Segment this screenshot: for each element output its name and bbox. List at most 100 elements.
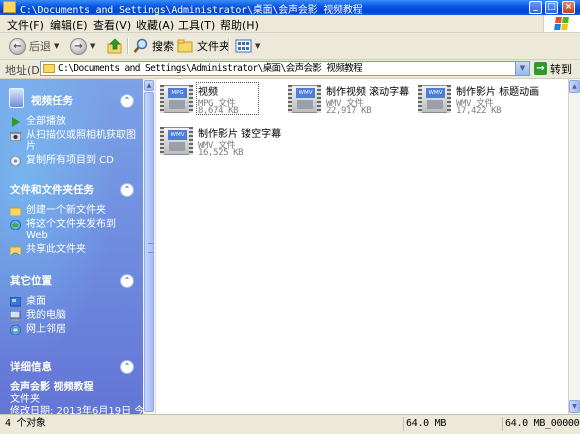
folder-up-icon: [107, 38, 122, 53]
task-label: 将这个文件夹发布到 Web: [26, 219, 116, 241]
file-item[interactable]: MPG 视频 MPG 文件 8,674 KB: [160, 82, 260, 122]
file-item[interactable]: WMV 制作影片 标题动画 WMV 文件 17,422 KB: [418, 82, 543, 122]
scroll-down-button[interactable]: ▼: [569, 400, 580, 413]
file-size: 16,525 KB: [198, 148, 244, 158]
collapse-chevron-icon[interactable]: ⌃: [120, 274, 134, 288]
collapse-chevron-icon[interactable]: ⌃: [120, 94, 134, 108]
address-bar: 地址(D) C:\Documents and Settings\Administ…: [0, 60, 580, 79]
maximize-button[interactable]: □: [545, 1, 558, 14]
collapse-chevron-icon[interactable]: ⌃: [120, 360, 134, 374]
menu-edit[interactable]: 编辑(E): [50, 17, 88, 33]
task-label: 我的电脑: [26, 310, 66, 321]
cd-icon: [10, 156, 21, 166]
minimize-button[interactable]: _: [529, 1, 542, 14]
file-size: 17,422 KB: [456, 106, 502, 116]
video-file-icon: WMV: [418, 82, 451, 116]
address-path: C:\Documents and Settings\Administrator\…: [58, 63, 363, 74]
status-size-value: 64.0 MB: [406, 418, 447, 429]
scrollbar-thumb[interactable]: [144, 92, 154, 412]
folders-button[interactable]: 文件夹: [177, 36, 230, 56]
go-arrow-icon: →: [534, 62, 547, 75]
chevron-down-icon: ▼: [90, 42, 96, 50]
task-label: 桌面: [26, 296, 46, 307]
back-arrow-icon: ←: [9, 37, 26, 55]
task-new-folder[interactable]: 创建一个新文件夹: [10, 205, 134, 216]
video-tasks-title: 视频任务: [31, 95, 73, 107]
collapse-chevron-icon[interactable]: ⌃: [120, 183, 134, 197]
go-label: 转到: [550, 62, 572, 76]
menu-favorites[interactable]: 收藏(A): [136, 17, 174, 33]
forward-arrow-icon: →: [70, 37, 87, 55]
window-title: C:\Documents and Settings\Administrator\…: [20, 5, 363, 16]
file-size: 8,674 KB: [198, 106, 239, 116]
task-publish-web[interactable]: 将这个文件夹发布到 Web: [10, 219, 134, 241]
file-item[interactable]: WMV 制作影片 镂空字幕 WMV 文件 16,525 KB: [160, 124, 285, 164]
details-name: 会声会影 视频教程: [10, 382, 94, 393]
content-scrollbar[interactable]: ▲ ▼: [568, 79, 580, 414]
menu-help[interactable]: 帮助(H): [220, 17, 259, 33]
task-share-folder[interactable]: 共享此文件夹: [10, 244, 134, 255]
close-button[interactable]: ×: [562, 1, 575, 14]
status-zone: 64.0 MB_0000000000000: [502, 417, 579, 431]
address-dropdown-button[interactable]: ▼: [515, 62, 529, 75]
file-item[interactable]: WMV 制作视频 滚动字幕 WMV 文件 22,917 KB: [288, 82, 413, 122]
file-list[interactable]: MPG 视频 MPG 文件 8,674 KB WMV 制作视频 滚动字幕 WMV…: [143, 79, 568, 414]
task-play-all[interactable]: 全部播放: [10, 116, 134, 127]
folder-icon: [3, 1, 16, 13]
other-places-header[interactable]: 其它位置 ⌃: [7, 270, 134, 292]
scroll-up-button[interactable]: ▲: [144, 80, 154, 91]
task-get-pictures[interactable]: 从扫描仪或照相机获取图片: [10, 130, 136, 152]
play-icon: [12, 117, 20, 127]
address-label: 地址(D): [5, 64, 45, 77]
title-bar[interactable]: C:\Documents and Settings\Administrator\…: [0, 0, 580, 16]
folder-icon: [43, 64, 55, 73]
file-badge: MPG: [168, 88, 187, 98]
video-tasks-header[interactable]: 视频任务 ⌃: [7, 90, 134, 112]
details-header[interactable]: 详细信息 ⌃: [7, 356, 134, 378]
other-places-title: 其它位置: [10, 275, 52, 287]
up-button[interactable]: [107, 36, 124, 56]
menu-file[interactable]: 文件(F): [7, 17, 44, 33]
place-desktop[interactable]: 桌面: [10, 296, 134, 307]
file-tasks-section: 文件和文件夹任务 ⌃ 创建一个新文件夹 将这个文件夹发布到 Web 共享此文件夹: [7, 179, 134, 262]
status-bar: 4 个对象 64.0 MB 64.0 MB_0000000000000: [0, 414, 580, 434]
back-button[interactable]: ← 后退 ▼: [9, 36, 59, 56]
status-count: 4 个对象: [2, 417, 404, 431]
video-file-icon: WMV: [288, 82, 321, 116]
task-label: 创建一个新文件夹: [26, 205, 106, 216]
task-copy-to-cd[interactable]: 复制所有项目到 CD: [10, 155, 134, 166]
place-my-computer[interactable]: 我的电脑: [10, 310, 134, 321]
menu-tools[interactable]: 工具(T): [178, 17, 215, 33]
chevron-down-icon: ▼: [255, 42, 261, 50]
go-button[interactable]: → 转到: [534, 61, 572, 76]
views-button[interactable]: ▼: [235, 36, 260, 56]
video-file-icon: WMV: [160, 124, 193, 158]
new-folder-icon: [10, 207, 21, 216]
desktop-icon: [10, 297, 21, 307]
camera-icon: [10, 132, 21, 141]
toolbar: ← 后退 ▼ → ▼ 搜索 文件夹 ▼: [0, 33, 580, 60]
task-label: 网上邻居: [26, 324, 66, 335]
computer-icon: [10, 311, 21, 321]
details-type: 文件夹: [10, 394, 40, 405]
task-label: 复制所有项目到 CD: [26, 155, 114, 166]
task-label: 共享此文件夹: [26, 244, 86, 255]
forward-button[interactable]: → ▼: [70, 36, 95, 56]
search-button[interactable]: 搜索: [133, 36, 174, 56]
chevron-down-icon: ▼: [54, 42, 60, 50]
scroll-up-button[interactable]: ▲: [569, 80, 580, 93]
address-input[interactable]: C:\Documents and Settings\Administrator\…: [40, 61, 530, 76]
video-tasks-section: 视频任务 ⌃ 全部播放 从扫描仪或照相机获取图片 复制所有项目到 CD: [7, 90, 136, 173]
place-network[interactable]: 网上邻居: [10, 324, 134, 335]
folders-label: 文件夹: [197, 40, 230, 53]
explorer-window: C:\Documents and Settings\Administrator\…: [0, 0, 580, 434]
task-pane-scrollbar[interactable]: ▲: [143, 79, 156, 414]
menu-view[interactable]: 查看(V): [93, 17, 131, 33]
network-icon: [10, 325, 21, 335]
search-label: 搜索: [152, 40, 174, 53]
file-tasks-title: 文件和文件夹任务: [10, 184, 94, 196]
back-label: 后退: [29, 40, 51, 53]
globe-icon: [10, 220, 21, 230]
file-size: 22,917 KB: [326, 106, 372, 116]
file-tasks-header[interactable]: 文件和文件夹任务 ⌃: [7, 179, 134, 201]
